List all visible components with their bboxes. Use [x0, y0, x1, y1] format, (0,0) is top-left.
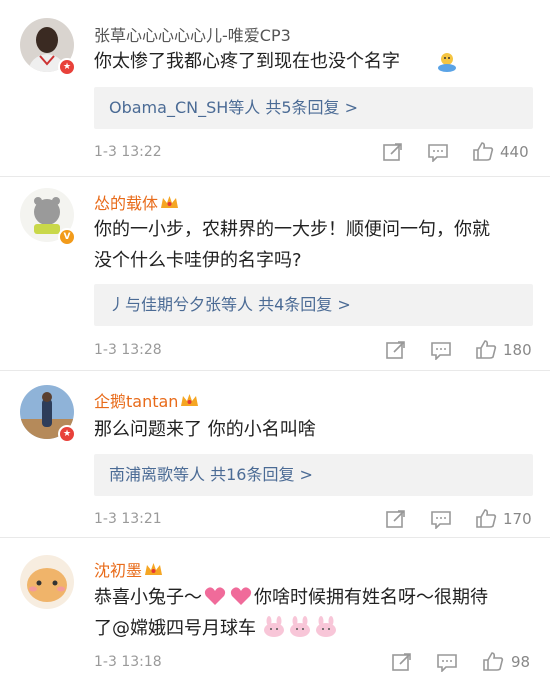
timestamp: 1-3 13:18: [94, 654, 162, 670]
username-text: 沈初墨: [94, 561, 143, 580]
comment-icon[interactable]: [430, 340, 452, 360]
heart-emoji-icon: [230, 587, 252, 605]
vip-crown-icon: [161, 196, 179, 208]
verified-badge: V: [58, 228, 76, 246]
like-count: 180: [503, 341, 532, 359]
share-icon[interactable]: [385, 340, 407, 360]
comment-item: ★ 张草心心心心心儿-唯爱CP3 你太惨了我都心疼了到现在也没个名字 Obama…: [0, 0, 550, 180]
comment-text-part: 你啥时候拥有姓名呀～很期待: [254, 587, 488, 608]
username[interactable]: 张草心心心心心儿-唯爱CP3: [94, 22, 291, 46]
timestamp: 1-3 13:22: [94, 144, 162, 160]
bunny-emoji-icon: [290, 616, 310, 637]
like-count: 98: [511, 653, 531, 671]
avatar-photo: [20, 555, 74, 609]
mention-link[interactable]: 了@嫦娥四号月球车: [94, 618, 256, 639]
username[interactable]: 企鹅tantan: [94, 388, 199, 412]
bunny-emoji-icon: [264, 616, 284, 637]
replies-link[interactable]: 丿与佳期兮夕张等人 共4条回复 >: [94, 284, 533, 326]
thumbs-up-icon[interactable]: [472, 141, 494, 161]
thumbs-up-icon[interactable]: [482, 651, 504, 671]
emoji-icon: [438, 53, 456, 72]
replies-link[interactable]: 南浦离歌等人 共16条回复 >: [94, 454, 533, 496]
verified-badge: ★: [58, 425, 76, 443]
comment-icon[interactable]: [430, 509, 452, 529]
comment-text-line: 了@嫦娥四号月球车: [94, 613, 534, 644]
bunny-emoji-icon: [316, 616, 336, 637]
verified-badge: ★: [58, 58, 76, 76]
share-icon[interactable]: [385, 509, 407, 529]
comment-icon[interactable]: [436, 652, 458, 672]
share-icon[interactable]: [382, 142, 404, 162]
like-count: 170: [503, 510, 532, 528]
username[interactable]: 怂的载体: [94, 190, 179, 214]
replies-link[interactable]: Obama_CN_SH等人 共5条回复 >: [94, 87, 533, 129]
like-count: 440: [500, 143, 529, 161]
comment-text-line: 没个什么卡哇伊的名字吗?: [94, 250, 302, 271]
vip-crown-icon: [145, 563, 163, 575]
comment-text: 那么问题来了 你的小名叫啥: [94, 419, 316, 440]
username[interactable]: 沈初墨: [94, 557, 163, 581]
comment-text-line: 恭喜小兔子～ 你啥时候拥有姓名呀～很期待: [94, 582, 534, 613]
comment-item: 沈初墨 恭喜小兔子～ 你啥时候拥有姓名呀～很期待 了@嫦娥四号月球车 1-3 13…: [0, 537, 550, 694]
comment-text: 恭喜小兔子～ 你啥时候拥有姓名呀～很期待 了@嫦娥四号月球车: [94, 582, 534, 644]
timestamp: 1-3 13:28: [94, 342, 162, 358]
comment-text: 你太惨了我都心疼了到现在也没个名字: [94, 51, 400, 72]
username-text: 怂的载体: [94, 194, 159, 213]
comment-text-part: 恭喜小兔子～: [94, 587, 202, 608]
comment-icon[interactable]: [427, 142, 449, 162]
heart-emoji-icon: [204, 587, 226, 605]
comment-item: V 怂的载体 你的一小步，农耕界的一大步！顺便问一句，你就 没个什么卡哇伊的名字…: [0, 176, 550, 366]
thumbs-up-icon[interactable]: [475, 339, 497, 359]
username-text: 企鹅tantan: [94, 392, 179, 411]
vip-crown-icon: [181, 394, 199, 406]
thumbs-up-icon[interactable]: [475, 508, 497, 528]
comment-text-line: 你的一小步，农耕界的一大步！顺便问一句，你就: [94, 219, 490, 240]
timestamp: 1-3 13:21: [94, 511, 162, 527]
comment-item: ★ 企鹅tantan 那么问题来了 你的小名叫啥 南浦离歌等人 共16条回复 >…: [0, 370, 550, 535]
share-icon[interactable]: [391, 652, 413, 672]
avatar[interactable]: [20, 555, 74, 609]
comment-text: 你的一小步，农耕界的一大步！顺便问一句，你就 没个什么卡哇伊的名字吗?: [94, 214, 534, 276]
